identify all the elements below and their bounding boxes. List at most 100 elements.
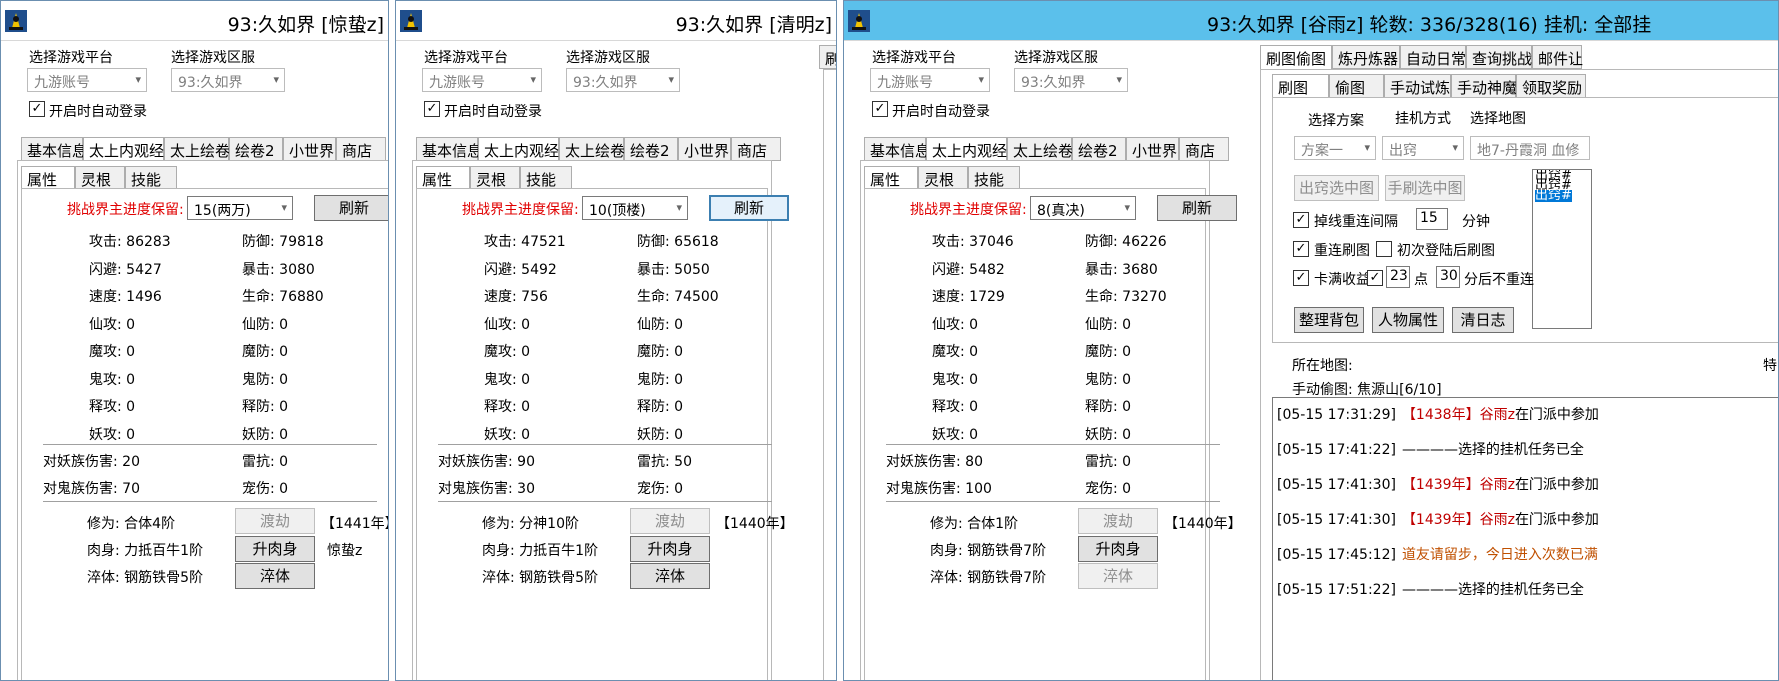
platform-value: 九游账号: [34, 75, 90, 91]
reconnect-interval-checkbox[interactable]: ✓: [1293, 212, 1309, 228]
platform-select[interactable]: 九游账号 ▾: [870, 68, 990, 92]
stat-right: 妖防: 0: [637, 426, 684, 443]
server-select[interactable]: 93:久如界 ▾: [566, 68, 680, 92]
tribulation-button[interactable]: 渡劫: [235, 508, 315, 534]
temper-button[interactable]: 淬体: [235, 563, 315, 589]
side-tab[interactable]: 刷: [819, 45, 836, 69]
tab-4[interactable]: 小世界: [1126, 137, 1179, 161]
upgrade-body-button[interactable]: 升肉身: [630, 536, 710, 562]
tab-0[interactable]: 基本信息: [864, 137, 930, 161]
minute-input[interactable]: 30: [1436, 266, 1460, 288]
right-tab-4[interactable]: 邮件让: [1532, 45, 1583, 69]
first-login-checkbox[interactable]: [1376, 241, 1392, 257]
right-tab-2[interactable]: 自动日常: [1400, 45, 1466, 69]
stat-left: 仙攻: 0: [89, 316, 136, 333]
chuqiao-button[interactable]: 出窍选中图: [1294, 175, 1379, 201]
chevron-down-icon: ▾: [1364, 141, 1370, 154]
map-select[interactable]: 地7-丹霞洞 血修: [1470, 136, 1590, 160]
challenge-select[interactable]: 15(两万) ▾: [187, 196, 293, 220]
log-year: 【1439年】: [1401, 512, 1480, 528]
tab-3[interactable]: 绘卷2: [1072, 137, 1126, 161]
refresh-button[interactable]: 刷新: [709, 195, 789, 221]
right-tab-3[interactable]: 查询挑战: [1466, 45, 1532, 69]
refresh-button[interactable]: 刷新: [314, 195, 388, 221]
tab-3[interactable]: 绘卷2: [229, 137, 283, 161]
action-list[interactable]: 出窍# 出窍# 出窍#: [1532, 169, 1592, 329]
tab-2[interactable]: 太上绘卷: [559, 137, 625, 161]
character-attr-button[interactable]: 人物属性: [1372, 307, 1444, 333]
subtab-panel: [416, 188, 768, 680]
clear-log-button[interactable]: 清日志: [1452, 307, 1514, 333]
interval-input[interactable]: 15: [1416, 208, 1448, 230]
upgrade-body-button[interactable]: 升肉身: [1078, 536, 1158, 562]
stat-right: 暴击: 3680: [1085, 261, 1158, 278]
temper-button[interactable]: 淬体: [630, 563, 710, 589]
right-subtab-1[interactable]: 偷图: [1329, 74, 1384, 98]
tab-5[interactable]: 商店: [336, 137, 386, 161]
right-tab-1[interactable]: 炼丹炼器: [1332, 45, 1400, 69]
auto-login-checkbox[interactable]: ✓: [424, 101, 440, 117]
tab-3[interactable]: 绘卷2: [624, 137, 678, 161]
manual-button[interactable]: 手刷选中图: [1385, 175, 1465, 201]
platform-select[interactable]: 九游账号 ▾: [422, 68, 542, 92]
stat-right: 释防: 0: [242, 399, 289, 415]
right-subtab-3[interactable]: 手动神魔: [1451, 74, 1517, 98]
auto-login-checkbox[interactable]: ✓: [29, 101, 45, 117]
chevron-down-icon: ▾: [668, 73, 674, 86]
challenge-select[interactable]: 8(真决) ▾: [1030, 196, 1136, 220]
log-text: 在门派中参加: [1514, 512, 1599, 528]
stat-left: 速度: 1729: [932, 289, 1005, 305]
subtab-2[interactable]: 技能: [520, 166, 572, 190]
subtab-2[interactable]: 技能: [968, 166, 1020, 190]
damage-left: 对妖族伤害: 90: [438, 454, 535, 470]
subtab-2[interactable]: 技能: [125, 166, 177, 190]
title-bar: 93:久如界 [清明z]: [396, 1, 836, 41]
right-subtab-4[interactable]: 领取奖励: [1516, 74, 1586, 98]
minutes-label: 分钟: [1462, 214, 1490, 230]
tribulation-button[interactable]: 渡劫: [1078, 508, 1158, 534]
stat-left: 鬼攻: 0: [484, 371, 531, 388]
log-box[interactable]: [05-15 17:31:29] 【1438年】谷雨z在门派中参加 [05-15 1…: [1272, 397, 1778, 680]
tab-2[interactable]: 太上绘卷: [164, 137, 230, 161]
tab-2[interactable]: 太上绘卷: [1007, 137, 1073, 161]
tab-4[interactable]: 小世界: [678, 137, 731, 161]
subtab-1[interactable]: 灵根: [470, 166, 520, 190]
point-label: 点: [1414, 272, 1428, 288]
card-full-checkbox[interactable]: ✓: [1293, 270, 1309, 286]
refresh-button[interactable]: 刷新: [1157, 195, 1237, 221]
scheme-select[interactable]: 方案一 ▾: [1294, 136, 1376, 160]
temper-label: 淬体: 钢筋铁骨7阶: [930, 570, 1047, 586]
app-icon: [400, 10, 422, 32]
tab-4[interactable]: 小世界: [283, 137, 336, 161]
right-subtab-2[interactable]: 手动试炼: [1384, 74, 1451, 98]
tab-5[interactable]: 商店: [1179, 137, 1229, 161]
stat-right: 防御: 46226: [1085, 234, 1167, 250]
tribulation-button[interactable]: 渡劫: [630, 508, 710, 534]
right-tab-0[interactable]: 刷图偷图: [1260, 45, 1332, 72]
subtab-1[interactable]: 灵根: [918, 166, 968, 190]
organize-bag-button[interactable]: 整理背包: [1294, 307, 1364, 333]
reconnect-map-checkbox[interactable]: ✓: [1293, 241, 1309, 257]
upgrade-body-button[interactable]: 升肉身: [235, 536, 315, 562]
server-select[interactable]: 93:久如界 ▾: [1014, 68, 1128, 92]
tab-5[interactable]: 商店: [731, 137, 781, 161]
year-label: 【1440年】: [1164, 516, 1242, 532]
temper-button[interactable]: 淬体: [1078, 563, 1158, 589]
tab-0[interactable]: 基本信息: [21, 137, 87, 161]
subtab-1[interactable]: 灵根: [75, 166, 125, 190]
map-label: 选择地图: [1470, 111, 1526, 127]
hour-input[interactable]: 23: [1386, 266, 1410, 288]
mode-label: 挂机方式: [1395, 111, 1451, 127]
mode-select[interactable]: 出窍 ▾: [1382, 136, 1464, 160]
damage-right: 宠伤: 0: [637, 481, 684, 497]
window-title: 93:久如界 [谷雨z] 轮数: 336/328(16) 挂机: 全部挂: [1207, 14, 1652, 36]
platform-select[interactable]: 九游账号 ▾: [27, 68, 147, 92]
server-select[interactable]: 93:久如界 ▾: [171, 68, 285, 92]
tab-0[interactable]: 基本信息: [416, 137, 482, 161]
log-name: 谷雨z: [1479, 407, 1515, 423]
stat-right: 魔防: 0: [242, 344, 289, 360]
time-checkbox[interactable]: ✓: [1367, 270, 1383, 286]
challenge-select[interactable]: 10(顶楼) ▾: [582, 196, 688, 220]
list-item[interactable]: 出窍#: [1535, 189, 1572, 202]
auto-login-checkbox[interactable]: ✓: [872, 101, 888, 117]
